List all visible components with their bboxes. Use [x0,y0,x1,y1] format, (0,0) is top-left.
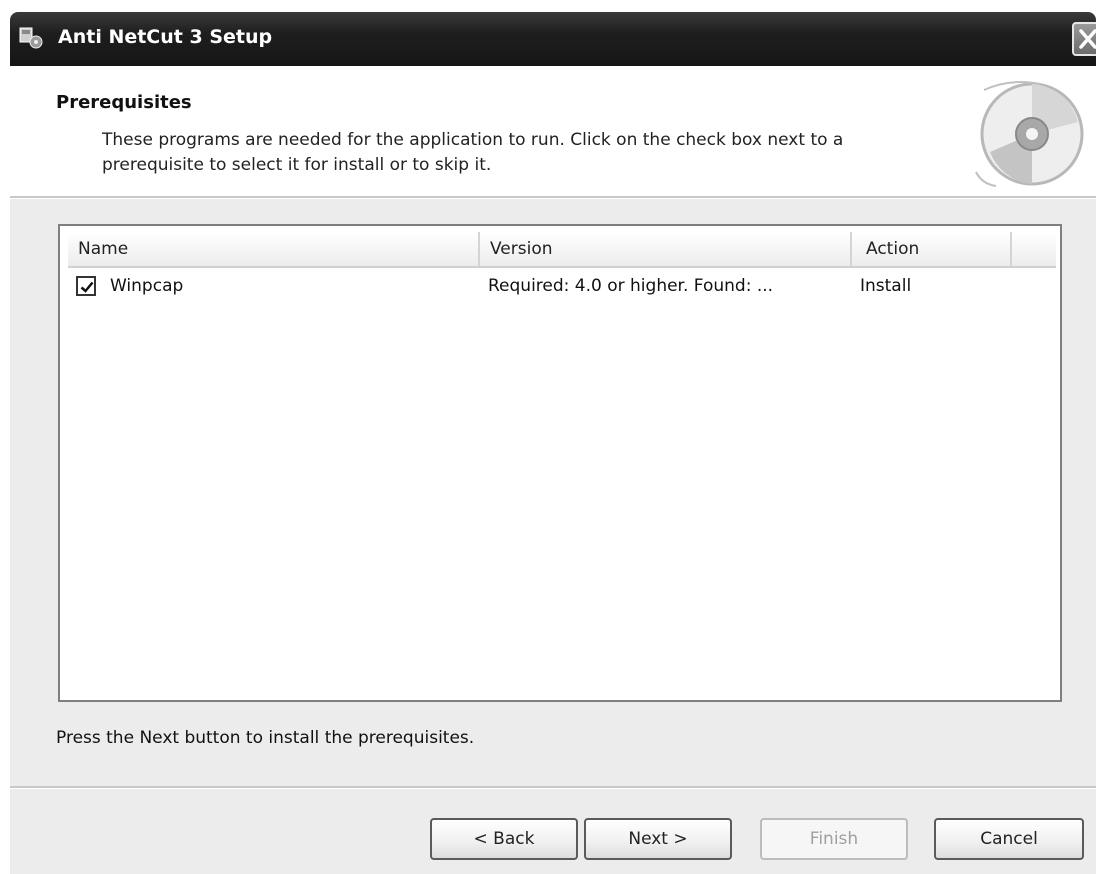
prerequisite-name: Winpcap [110,276,184,296]
next-button[interactable]: Next > [584,818,732,860]
page-description: These programs are needed for the applic… [102,130,844,175]
button-divider [10,786,1096,789]
page-heading: Prerequisites [56,92,192,113]
column-header-name[interactable]: Name [68,232,476,266]
list-header: Name Version Action [68,232,1056,268]
instruction-text: Press the Next button to install the pre… [56,728,475,748]
column-header-version[interactable]: Version [478,232,848,266]
column-header-action[interactable]: Action [850,232,1008,266]
back-button[interactable]: < Back [430,818,578,860]
setup-disc-logo-icon [970,72,1088,190]
wizard-header: Prerequisites These programs are needed … [10,66,1096,196]
close-button[interactable] [1072,22,1096,56]
prerequisites-list[interactable]: Name Version Action Winpcap Required: 4.… [58,224,1062,702]
title-bar: Anti NetCut 3 Setup [10,12,1096,66]
prerequisite-version: Required: 4.0 or higher. Found: ... [488,276,774,296]
finish-button[interactable]: Finish [760,818,908,860]
cancel-button[interactable]: Cancel [934,818,1084,860]
column-header-filler [1010,232,1056,266]
window-title: Anti NetCut 3 Setup [58,26,273,48]
prerequisite-action: Install [860,276,912,296]
setup-app-icon [18,26,44,50]
list-item[interactable]: Winpcap Required: 4.0 or higher. Found: … [68,270,1056,304]
prerequisite-checkbox[interactable] [76,276,96,296]
